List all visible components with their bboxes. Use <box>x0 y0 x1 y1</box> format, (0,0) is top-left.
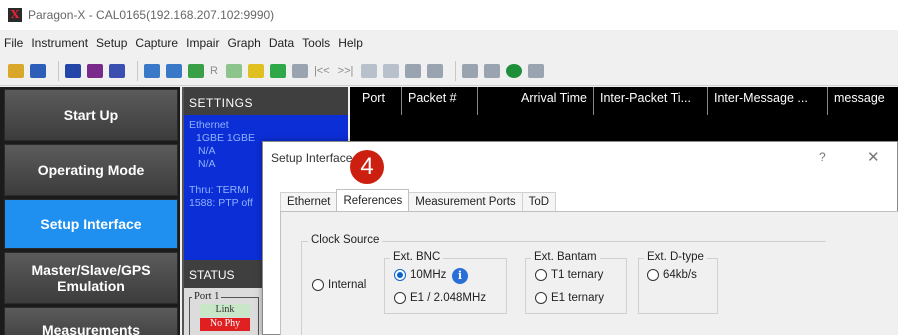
tab-measurement-ports[interactable]: Measurement Ports <box>408 192 523 211</box>
open-folder-icon[interactable] <box>8 63 24 78</box>
menu-tools[interactable]: Tools <box>302 36 330 50</box>
toolbar-divider <box>58 60 59 81</box>
capture-table-header: Port Packet # Arrival Time Inter-Packet … <box>350 87 898 115</box>
menu-help[interactable]: Help <box>338 36 363 50</box>
menu-bar: File Instrument Setup Capture Impair Gra… <box>0 33 371 53</box>
stop-capture-icon[interactable] <box>484 63 501 78</box>
ext-bantam-group: Ext. Bantam T1 ternary E1 ternary <box>525 251 627 314</box>
ext-dtype-label: Ext. D-type <box>644 251 707 263</box>
references-tab-content: Clock Source Internal Ext. BNC 10MHz i E… <box>280 211 898 335</box>
nav-master-slave-gps[interactable]: Master/Slave/GPS Emulation <box>4 252 178 304</box>
record-icon[interactable] <box>506 63 523 78</box>
nav-first-button[interactable]: |<< <box>314 65 330 77</box>
bantam-e1-radio[interactable]: E1 ternary <box>535 292 604 304</box>
wave-icon[interactable] <box>225 63 242 78</box>
config-in-icon[interactable] <box>144 63 160 78</box>
internal-label: Internal <box>328 279 367 291</box>
instrument-icon[interactable] <box>87 63 103 78</box>
connect-icon[interactable] <box>65 63 81 78</box>
dtype-64kbs-radio[interactable]: 64kb/s <box>647 269 697 281</box>
sync-icon[interactable] <box>269 63 286 78</box>
nav-measurements[interactable]: Measurements <box>4 307 178 335</box>
nav-start-up[interactable]: Start Up <box>4 89 178 141</box>
config-apply-icon[interactable] <box>188 63 204 78</box>
table-icon[interactable] <box>361 63 378 78</box>
window-title: Paragon-X - CAL0165(192.168.207.102:9990… <box>28 8 275 22</box>
dialog-tabs: Ethernet References Measurement Ports To… <box>280 189 557 211</box>
toolbar-divider <box>137 60 138 81</box>
column-arrival-time[interactable]: Arrival Time <box>478 87 594 115</box>
radio-icon <box>312 279 324 291</box>
bnc-10mhz-radio[interactable]: 10MHz <box>394 269 446 281</box>
close-button[interactable]: ✕ <box>867 148 880 166</box>
radio-icon <box>647 269 659 281</box>
radio-icon <box>394 292 406 304</box>
setup-interface-dialog: Setup Interface ? ✕ 4 Ethernet Reference… <box>262 141 898 335</box>
stop-icon[interactable] <box>291 63 308 78</box>
stop-square-icon[interactable] <box>427 63 444 78</box>
settings-line: Ethernet <box>189 119 229 131</box>
bantam-e1-label: E1 ternary <box>551 292 605 304</box>
tab-ethernet[interactable]: Ethernet <box>280 192 338 211</box>
pause-icon[interactable] <box>528 63 545 78</box>
bantam-t1-radio[interactable]: T1 ternary <box>535 269 603 281</box>
config-out-icon[interactable] <box>166 63 182 78</box>
column-packet-number[interactable]: Packet # <box>402 87 478 115</box>
app-logo-icon: X <box>8 8 22 22</box>
settings-header: SETTINGS <box>184 87 348 115</box>
ext-bantam-label: Ext. Bantam <box>531 251 600 263</box>
menu-impair[interactable]: Impair <box>186 36 219 50</box>
menu-file[interactable]: File <box>4 36 23 50</box>
toolbar-divider <box>455 60 457 81</box>
menu-graph[interactable]: Graph <box>227 36 260 50</box>
info-icon[interactable]: i <box>452 268 468 284</box>
bantam-t1-label: T1 ternary <box>551 269 604 281</box>
toolbar: R |<< >>| <box>0 56 898 86</box>
radio-icon <box>535 269 547 281</box>
nav-operating-mode[interactable]: Operating Mode <box>4 144 178 196</box>
column-inter-packet[interactable]: Inter-Packet Ti... <box>594 87 708 115</box>
help-button[interactable]: ? <box>819 150 826 164</box>
ext-dtype-group: Ext. D-type 64kb/s <box>638 251 718 314</box>
port-status-box: Port 1 Link No Phy <box>189 291 259 335</box>
column-inter-message[interactable]: Inter-Message ... <box>708 87 828 115</box>
save-icon[interactable] <box>30 63 46 78</box>
r-button[interactable]: R <box>210 65 218 77</box>
nav-setup-interface[interactable]: Setup Interface <box>4 199 178 249</box>
menu-data[interactable]: Data <box>269 36 294 50</box>
ext-bnc-group: Ext. BNC 10MHz i E1 / 2.048MHz <box>384 251 507 314</box>
clock-source-label: Clock Source <box>308 234 383 246</box>
no-phy-indicator: No Phy <box>200 318 250 331</box>
radio-selected-icon <box>394 269 406 281</box>
left-nav: Start Up Operating Mode Setup Interface … <box>0 87 180 335</box>
tab-references[interactable]: References <box>336 189 410 211</box>
dialog-title: Setup Interface <box>271 151 353 165</box>
clock-c-icon[interactable] <box>247 63 264 78</box>
column-message[interactable]: message <box>828 87 898 115</box>
menu-instrument[interactable]: Instrument <box>31 36 88 50</box>
link-indicator: Link <box>200 304 250 317</box>
tab-tod[interactable]: ToD <box>521 192 557 211</box>
bnc-e1-label: E1 / 2.048MHz <box>410 292 487 304</box>
title-bar: X Paragon-X - CAL0165(192.168.207.102:99… <box>0 0 898 30</box>
port-label: Port 1 <box>192 291 222 302</box>
disconnect-icon[interactable] <box>109 63 125 78</box>
play-icon[interactable] <box>462 63 479 78</box>
radio-icon <box>535 292 547 304</box>
menu-setup[interactable]: Setup <box>96 36 127 50</box>
column-port[interactable]: Port <box>350 87 402 115</box>
ext-bnc-label: Ext. BNC <box>390 251 444 263</box>
clock-source-group: Clock Source Internal Ext. BNC 10MHz i E… <box>301 234 826 335</box>
step-badge: 4 <box>350 150 384 184</box>
internal-radio[interactable]: Internal <box>312 279 366 291</box>
window-icon[interactable] <box>405 63 422 78</box>
dtype-64kbs-label: 64kb/s <box>663 269 697 281</box>
menu-capture[interactable]: Capture <box>135 36 178 50</box>
bnc-e1-radio[interactable]: E1 / 2.048MHz <box>394 292 486 304</box>
graph-icon[interactable] <box>383 63 400 78</box>
bnc-10mhz-label: 10MHz <box>410 269 447 281</box>
nav-last-button[interactable]: >>| <box>338 65 354 77</box>
